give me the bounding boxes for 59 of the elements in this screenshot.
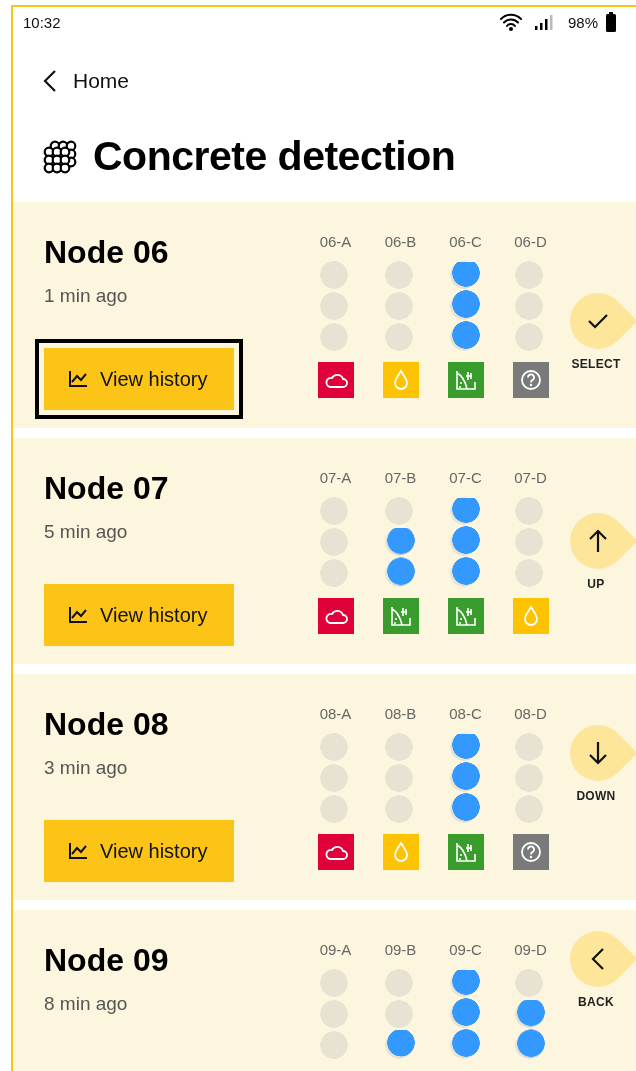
arrow-up-icon [589,529,607,553]
sensor-label: 09-B [384,940,417,960]
key-label: UP [587,577,605,591]
sensor-label: 06-B [384,232,417,252]
sensor-label: 09-A [319,940,352,960]
sensor-label: 08-B [384,704,417,724]
last-updated-text: 8 min ago [44,992,129,1016]
cloud-icon [323,844,348,860]
key-label: DOWN [576,789,616,803]
battery-percentage: 98% [567,13,598,31]
line-chart-icon [68,370,88,388]
soil-slope-icon [454,841,477,863]
sensor-label: 08-A [319,704,352,724]
last-updated-text: 3 min ago [44,756,129,780]
view-history-button[interactable]: View history [44,348,234,410]
water-drop-icon [522,605,539,627]
key-label: BACK [578,995,614,1009]
home-back-link[interactable]: Home [43,69,130,93]
sensor-label: 06-A [319,232,352,252]
node-title: Node 06 [44,233,170,272]
sensor-label: 07-A [319,468,352,488]
sensor-label: 06-D [514,232,547,252]
soil-slope-icon [454,605,477,627]
arrow-down-icon [589,741,607,765]
last-updated-text: 5 min ago [44,520,129,544]
page-title: Concrete detection [93,133,456,180]
water-drop-icon [392,369,409,391]
sensor-label: 06-C [449,232,482,252]
soil-slope-icon [454,369,477,391]
node-title: Node 08 [44,705,170,744]
soil-slope-icon [389,605,412,627]
battery-icon [606,12,616,32]
sensor-label: 08-D [514,704,547,724]
view-history-button[interactable]: View history [44,584,234,646]
key-label: SELECT [571,357,621,371]
chevron-left-icon [591,947,605,971]
cloud-icon [323,608,348,624]
sensor-label: 07-B [384,468,417,488]
line-chart-icon [68,842,88,860]
checkmark-icon [587,312,609,330]
sphere-grid-icon [43,139,77,174]
node-title: Node 09 [44,941,170,980]
wifi-icon [499,13,522,31]
sensor-label: 08-C [449,704,482,724]
sensor-label: 07-D [514,468,547,488]
node-title: Node 07 [44,469,170,508]
water-drop-icon [392,841,409,863]
view-history-button[interactable]: View history [44,820,234,882]
sensor-label: 09-D [514,940,547,960]
clock-time: 10:32 [23,13,61,31]
last-updated-text: 1 min ago [44,284,129,308]
signal-icon [533,14,554,30]
question-circle-icon [519,841,542,863]
cloud-icon [323,372,348,388]
line-chart-icon [68,606,88,624]
sensor-label: 07-C [449,468,482,488]
question-circle-icon [519,369,542,391]
chevron-left-icon [43,69,57,93]
sensor-label: 09-C [449,940,482,960]
